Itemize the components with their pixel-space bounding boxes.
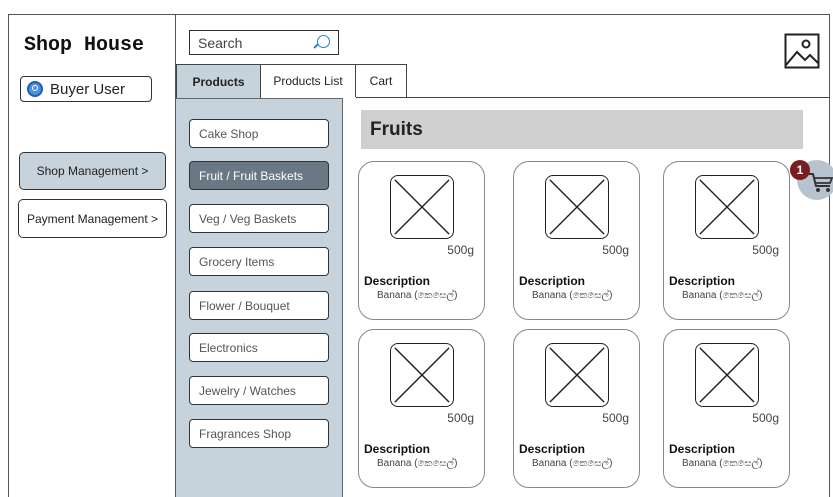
app-title: Shop House xyxy=(24,34,145,57)
product-name: Banana (කෙසෙල්) xyxy=(682,458,763,469)
product-description: Description xyxy=(669,442,736,456)
image-placeholder-icon xyxy=(545,175,609,239)
product-card[interactable]: 500g Description Banana (කෙසෙල්) xyxy=(513,329,640,488)
tab-cart-label: Cart xyxy=(369,74,393,88)
image-placeholder-icon xyxy=(695,175,759,239)
search-input[interactable]: Search xyxy=(189,30,339,55)
image-placeholder-icon xyxy=(390,175,454,239)
user-label: Buyer User xyxy=(50,80,126,98)
product-name: Banana (කෙසෙල්) xyxy=(532,458,613,469)
product-name: Banana (කෙසෙල්) xyxy=(532,290,613,301)
product-description: Description xyxy=(519,442,586,456)
product-card[interactable]: 500g Description Banana (කෙසෙල්) xyxy=(513,161,640,320)
category-label: Veg / Veg Baskets xyxy=(199,211,297,226)
category-label: Flower / Bouquet xyxy=(199,298,290,313)
product-card[interactable]: 500g Description Banana (කෙසෙල්) xyxy=(663,161,790,320)
search-text: Search xyxy=(198,34,243,51)
section-title: Fruits xyxy=(361,110,803,149)
shop-management-button[interactable]: Shop Management > xyxy=(19,152,166,190)
category-label: Jewelry / Watches xyxy=(199,383,296,398)
tab-products[interactable]: Products xyxy=(176,64,261,98)
category-flower-bouquet[interactable]: Flower / Bouquet xyxy=(189,291,329,320)
product-description: Description xyxy=(519,274,586,288)
image-placeholder-icon xyxy=(695,343,759,407)
category-grocery-items[interactable]: Grocery Items xyxy=(189,247,329,276)
product-weight: 500g xyxy=(602,411,629,425)
product-weight: 500g xyxy=(752,243,779,257)
product-weight: 500g xyxy=(752,411,779,425)
product-card[interactable]: 500g Description Banana (කෙසෙල්) xyxy=(358,329,485,488)
category-label: Fruit / Fruit Baskets xyxy=(199,168,304,183)
payment-management-button[interactable]: Payment Management > xyxy=(18,199,167,238)
payment-management-label: Payment Management > xyxy=(26,211,159,226)
tab-divider xyxy=(356,97,830,98)
section-title-text: Fruits xyxy=(370,118,423,140)
category-label: Fragrances Shop xyxy=(199,426,292,441)
category-jewelry-watches[interactable]: Jewelry / Watches xyxy=(189,376,329,405)
image-placeholder-icon xyxy=(390,343,454,407)
tab-cart[interactable]: Cart xyxy=(355,64,407,97)
product-weight: 500g xyxy=(602,243,629,257)
tab-products-list[interactable]: Products List xyxy=(260,64,356,97)
category-veg-baskets[interactable]: Veg / Veg Baskets xyxy=(189,204,329,233)
shopping-cart-icon[interactable] xyxy=(808,170,833,194)
product-name: Banana (කෙසෙල්) xyxy=(377,458,458,469)
cart-count-badge: 1 xyxy=(790,160,810,180)
category-electronics[interactable]: Electronics xyxy=(189,333,329,362)
product-card[interactable]: 500g Description Banana (කෙසෙල්) xyxy=(358,161,485,320)
image-icon[interactable] xyxy=(784,33,820,69)
category-fragrances-shop[interactable]: Fragrances Shop xyxy=(189,419,329,448)
search-icon[interactable] xyxy=(317,35,330,48)
category-fruit-baskets[interactable]: Fruit / Fruit Baskets xyxy=(189,161,329,190)
product-name: Banana (කෙසෙල්) xyxy=(377,290,458,301)
category-label: Grocery Items xyxy=(199,254,275,269)
category-cake-shop[interactable]: Cake Shop xyxy=(189,119,329,148)
tab-bar: Products Products List Cart xyxy=(176,64,407,98)
product-weight: 500g xyxy=(447,243,474,257)
shop-management-label: Shop Management > xyxy=(36,164,149,178)
user-circle-icon xyxy=(27,81,43,97)
image-placeholder-icon xyxy=(545,343,609,407)
product-description: Description xyxy=(669,274,736,288)
product-description: Description xyxy=(364,274,431,288)
product-name: Banana (කෙසෙල්) xyxy=(682,290,763,301)
product-description: Description xyxy=(364,442,431,456)
product-weight: 500g xyxy=(447,411,474,425)
tab-products-label: Products xyxy=(192,74,245,89)
product-card[interactable]: 500g Description Banana (කෙසෙල්) xyxy=(663,329,790,488)
tab-products-list-label: Products List xyxy=(273,74,343,88)
user-button[interactable]: Buyer User xyxy=(20,76,152,102)
category-label: Electronics xyxy=(199,340,258,355)
category-label: Cake Shop xyxy=(199,126,259,141)
